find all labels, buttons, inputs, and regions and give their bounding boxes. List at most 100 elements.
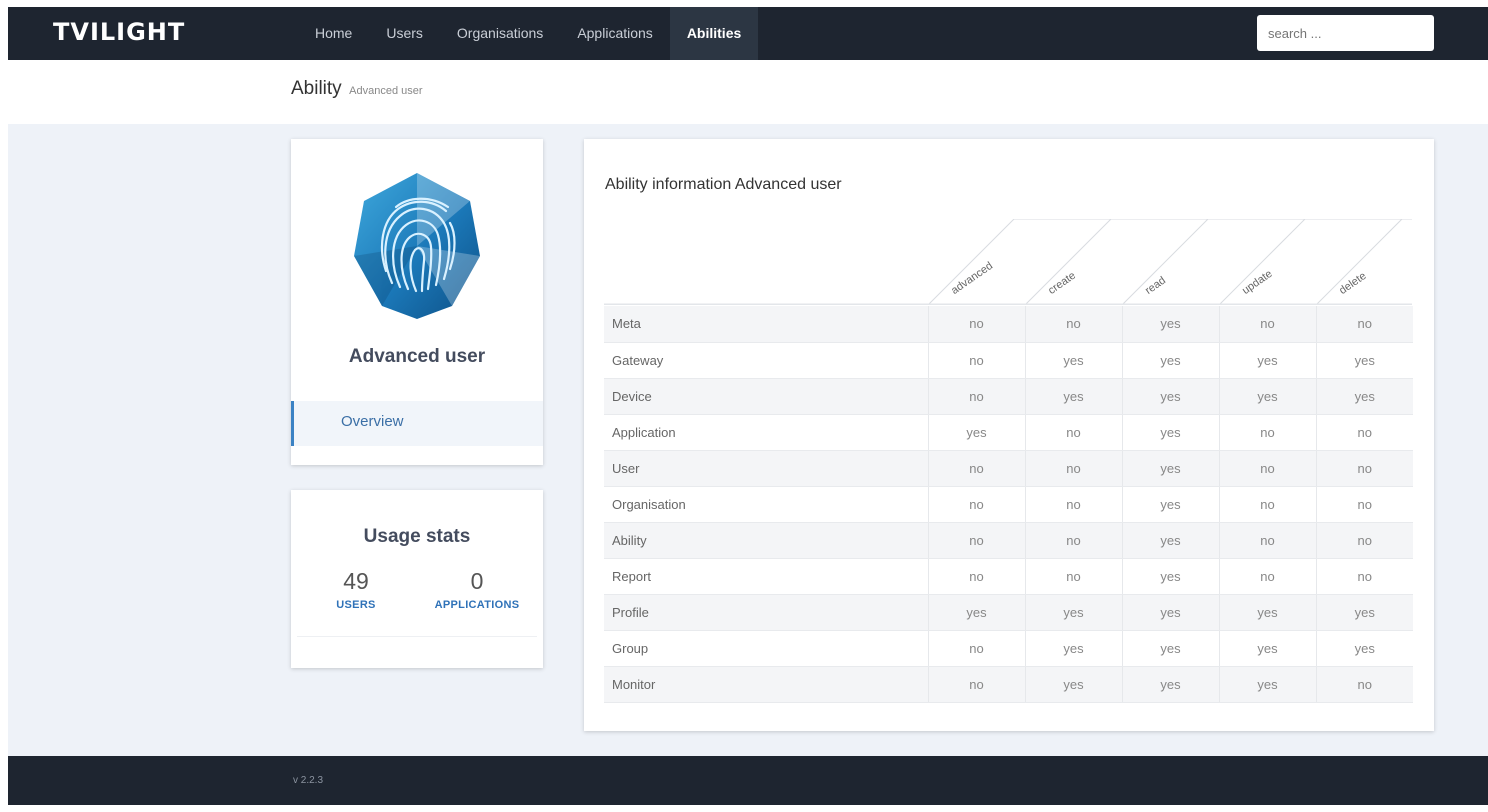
cell-value: no xyxy=(1218,450,1316,487)
cell-value: no xyxy=(927,630,1025,667)
table-row: Gateway no yes yes yes yes xyxy=(604,342,1413,379)
cell-value: yes xyxy=(1218,342,1316,379)
cell-value: no xyxy=(927,378,1025,415)
cell-value: no xyxy=(1024,450,1122,487)
nav-item-applications[interactable]: Applications xyxy=(560,7,670,60)
row-label: Ability xyxy=(604,522,928,559)
cell-value: no xyxy=(1218,486,1316,523)
divider xyxy=(297,636,537,637)
table-row: Monitor no yes yes yes no xyxy=(604,666,1413,703)
cell-value: yes xyxy=(1024,378,1122,415)
cell-value: yes xyxy=(927,414,1025,451)
cell-value: yes xyxy=(1121,666,1219,703)
cell-value: yes xyxy=(1121,414,1219,451)
users-link[interactable]: USERS xyxy=(311,599,401,611)
cell-value: yes xyxy=(1121,342,1219,379)
brand-logo[interactable]: TVILIGHT xyxy=(53,18,185,46)
row-label: Report xyxy=(604,558,928,595)
cell-value: yes xyxy=(1218,666,1316,703)
overview-tab[interactable]: Overview xyxy=(291,401,543,446)
applications-link[interactable]: APPLICATIONS xyxy=(417,599,537,611)
table-row: Application yes no yes no no xyxy=(604,414,1413,451)
search-input[interactable] xyxy=(1257,15,1434,51)
cell-value: yes xyxy=(1121,630,1219,667)
cell-value: no xyxy=(927,306,1025,343)
row-label: Gateway xyxy=(604,342,928,379)
page-title: Ability xyxy=(291,78,342,99)
table-row: Organisation no no yes no no xyxy=(604,486,1413,523)
cell-value: yes xyxy=(1024,666,1122,703)
cell-value: no xyxy=(1218,558,1316,595)
cell-value: no xyxy=(927,450,1025,487)
cell-value: no xyxy=(927,342,1025,379)
cell-value: no xyxy=(1315,414,1413,451)
usage-stats-card: Usage stats 49 USERS 0 APPLICATIONS xyxy=(291,490,543,668)
version-label: v 2.2.3 xyxy=(293,775,324,786)
table-row: Device no yes yes yes yes xyxy=(604,378,1413,415)
footer: v 2.2.3 xyxy=(8,756,1488,805)
table-row: Group no yes yes yes yes xyxy=(604,630,1413,667)
cell-value: no xyxy=(1218,306,1316,343)
cell-value: no xyxy=(1024,306,1122,343)
page: TVILIGHT Home Users Organisations Applic… xyxy=(8,7,1488,805)
nav-item-users[interactable]: Users xyxy=(369,7,440,60)
cell-value: yes xyxy=(1218,630,1316,667)
cell-value: yes xyxy=(1121,486,1219,523)
ability-info-title: Ability information Advanced user xyxy=(605,176,842,193)
cell-value: no xyxy=(1315,558,1413,595)
users-count: 49 xyxy=(343,568,369,594)
row-label: Device xyxy=(604,378,928,415)
table-row: Ability no no yes no no xyxy=(604,522,1413,559)
cell-value: yes xyxy=(1315,342,1413,379)
table-row: Profile yes yes yes yes yes xyxy=(604,594,1413,631)
ability-name: Advanced user xyxy=(348,346,486,367)
cell-value: no xyxy=(1218,414,1316,451)
cell-value: yes xyxy=(1315,594,1413,631)
cell-value: no xyxy=(927,666,1025,703)
cell-value: no xyxy=(927,486,1025,523)
ability-info-card: Ability information Advanced user advanc… xyxy=(584,139,1434,731)
nav-item-organisations[interactable]: Organisations xyxy=(440,7,560,60)
cell-value: no xyxy=(927,558,1025,595)
cell-value: yes xyxy=(1024,594,1122,631)
cell-value: no xyxy=(927,522,1025,559)
cell-value: yes xyxy=(1315,378,1413,415)
permissions-table: Meta no no yes no no Gateway no yes yes … xyxy=(604,306,1413,703)
cell-value: no xyxy=(1315,666,1413,703)
stats-title: Usage stats xyxy=(363,526,471,547)
cell-value: no xyxy=(1315,522,1413,559)
cell-value: no xyxy=(1024,558,1122,595)
cell-value: yes xyxy=(1121,306,1219,343)
fingerprint-hexagon-icon xyxy=(354,173,480,319)
cell-value: yes xyxy=(1121,378,1219,415)
cell-value: no xyxy=(1315,486,1413,523)
row-label: Application xyxy=(604,414,928,451)
cell-value: no xyxy=(1218,522,1316,559)
profile-card: Advanced user Overview xyxy=(291,139,543,465)
main-nav: Home Users Organisations Applications Ab… xyxy=(298,7,759,60)
cell-value: yes xyxy=(1121,522,1219,559)
cell-value: no xyxy=(1315,450,1413,487)
header-diagonal-lines xyxy=(604,219,1412,305)
cell-value: yes xyxy=(927,594,1025,631)
cell-value: no xyxy=(1024,414,1122,451)
top-navbar: TVILIGHT Home Users Organisations Applic… xyxy=(8,7,1488,60)
row-label: Profile xyxy=(604,594,928,631)
nav-item-home[interactable]: Home xyxy=(298,7,369,60)
page-heading: Ability Advanced user xyxy=(291,78,423,100)
cell-value: no xyxy=(1315,306,1413,343)
row-label: User xyxy=(604,450,928,487)
cell-value: yes xyxy=(1218,378,1316,415)
table-row: Report no no yes no no xyxy=(604,558,1413,595)
row-label: Monitor xyxy=(604,666,928,703)
cell-value: yes xyxy=(1121,594,1219,631)
page-subtitle: Advanced user xyxy=(349,85,423,97)
cell-value: yes xyxy=(1218,594,1316,631)
cell-value: yes xyxy=(1024,342,1122,379)
cell-value: yes xyxy=(1315,630,1413,667)
cell-value: yes xyxy=(1121,558,1219,595)
applications-count: 0 xyxy=(470,568,484,594)
table-row: Meta no no yes no no xyxy=(604,306,1413,343)
cell-value: yes xyxy=(1121,450,1219,487)
nav-item-abilities[interactable]: Abilities xyxy=(669,7,759,60)
